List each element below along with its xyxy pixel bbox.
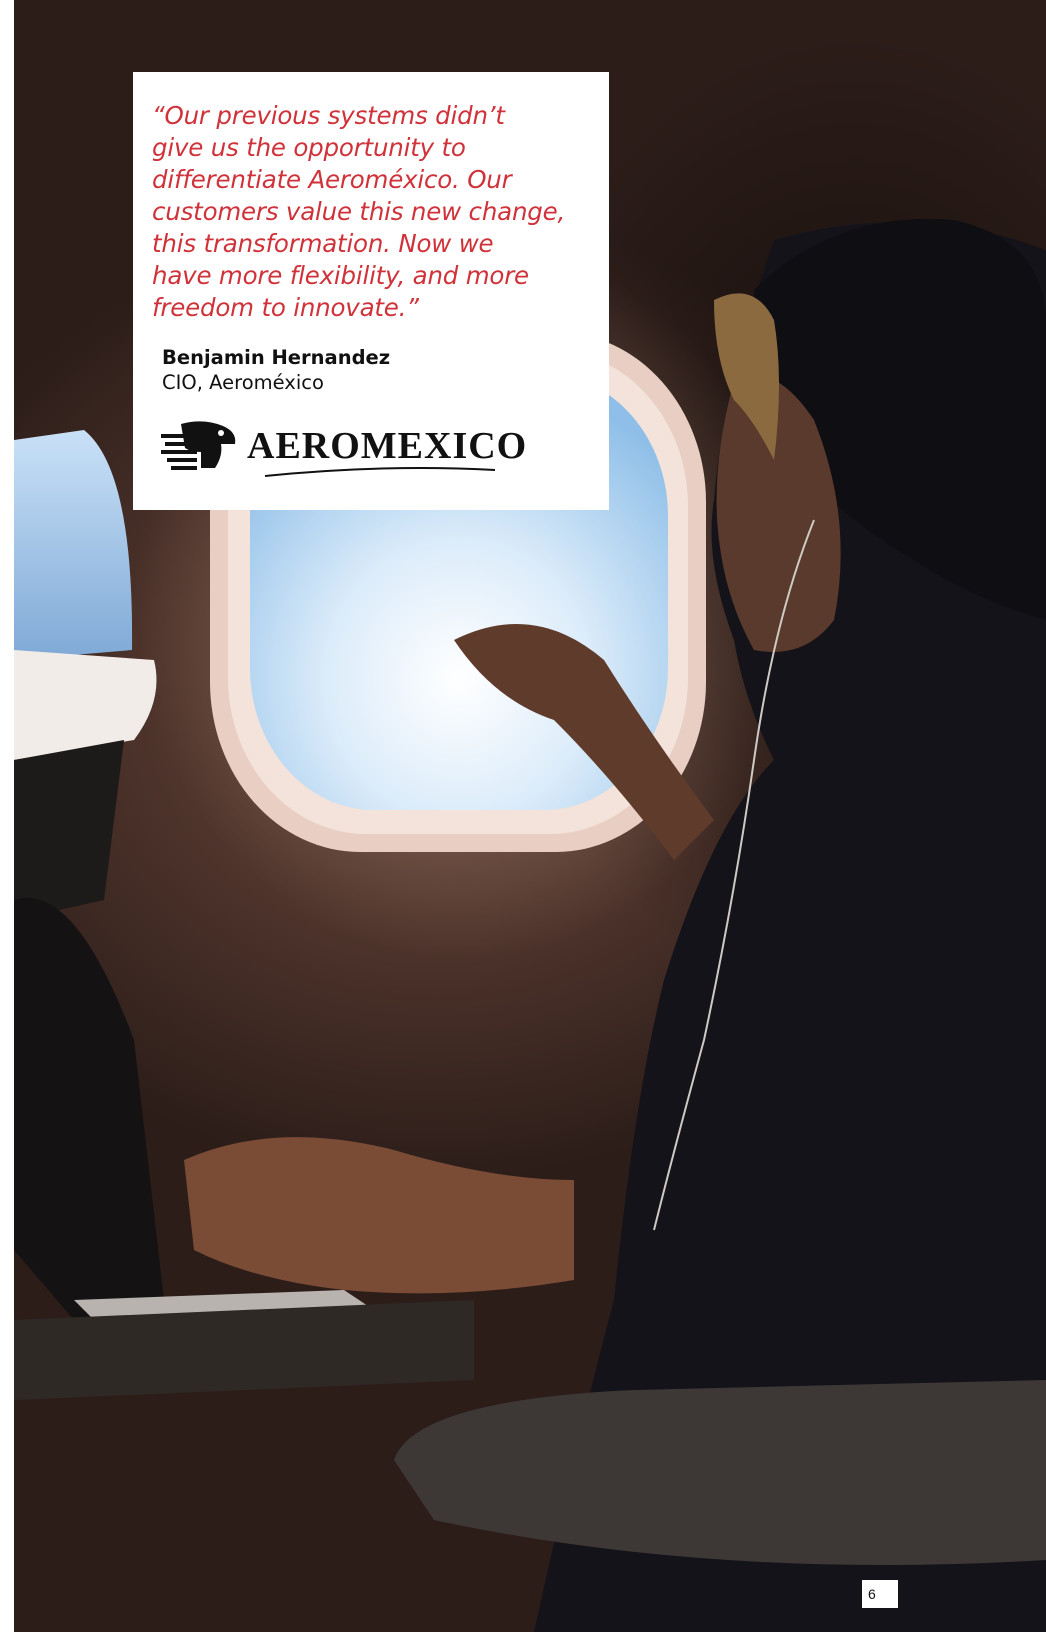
testimonial-quote: “Our previous systems didn’t give us the… bbox=[152, 101, 566, 322]
laptop-screen bbox=[14, 897, 164, 1320]
seat-shell bbox=[14, 650, 157, 760]
logo-swoosh bbox=[264, 467, 496, 477]
seat-back bbox=[394, 1380, 1046, 1565]
eagle-head-icon bbox=[161, 421, 236, 470]
seat-dark bbox=[14, 740, 124, 920]
author-name: Benjamin Hernandez bbox=[162, 346, 391, 369]
logo-wordmark: AEROMEXICO bbox=[247, 425, 528, 467]
author-role: CIO, Aeroméxico bbox=[162, 371, 324, 394]
aeromexico-logo: AEROMEXICO bbox=[161, 416, 526, 482]
overhead-lamp bbox=[14, 430, 133, 660]
testimonial-card: “Our previous systems didn’t give us the… bbox=[133, 72, 609, 510]
page-number: 6 bbox=[862, 1580, 898, 1608]
page: “Our previous systems didn’t give us the… bbox=[14, 0, 1046, 1632]
passenger-typing-hand bbox=[184, 1137, 574, 1294]
